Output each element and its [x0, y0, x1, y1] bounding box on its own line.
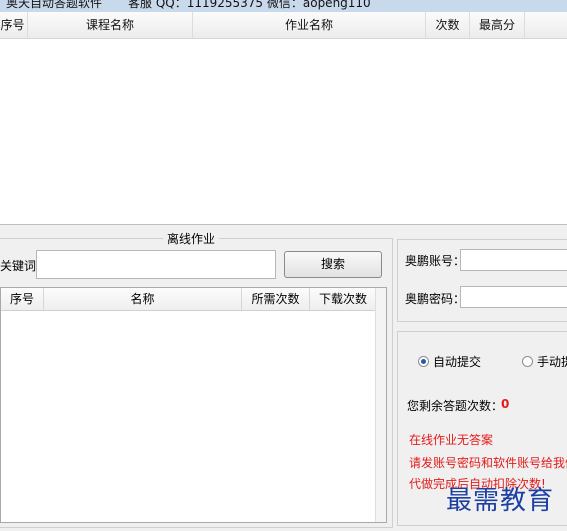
notice-no-answer: 在线作业无答案 [409, 433, 494, 447]
col-download-count[interactable]: 下载次数 [310, 288, 377, 310]
search-button[interactable]: 搜索 [284, 251, 382, 278]
radio-unselected-icon [522, 356, 533, 367]
remaining-count-label: 您剩余答题次数： [407, 399, 504, 413]
offline-homework-table: 序号 名称 所需次数 下载次数 [0, 287, 387, 523]
login-group: 奥鹏账号： 奥鹏密码： [397, 239, 567, 322]
vertical-scrollbar[interactable] [375, 288, 386, 522]
manual-submit-label: 手动提 [537, 355, 567, 369]
contact-info: 客服 QQ：1119255375 微信：aopeng110 [128, 0, 371, 10]
col-required-count[interactable]: 所需次数 [242, 288, 310, 310]
app-title: 奥天自动答题软件 [6, 0, 103, 10]
account-label: 奥鹏账号： [405, 254, 466, 268]
notice-send-account: 请发账号密码和软件账号给我们答 [409, 456, 567, 470]
online-homework-table: 序号 课程名称 作业名称 次数 最高分 [0, 12, 567, 225]
offline-table-header: 序号 名称 所需次数 下载次数 [1, 288, 377, 311]
auto-submit-label: 自动提交 [433, 355, 482, 369]
title-bar: 奥天自动答题软件 客服 QQ：1119255375 微信：aopeng110 [0, 0, 567, 12]
online-table-header: 序号 课程名称 作业名称 次数 最高分 [0, 12, 567, 39]
offline-group-title: 离线作业 [163, 230, 220, 247]
account-input[interactable] [460, 249, 567, 271]
col-course-name[interactable]: 课程名称 [28, 12, 193, 38]
password-input[interactable] [460, 286, 567, 308]
col-name[interactable]: 名称 [44, 288, 242, 310]
keyword-label: 关键词 [0, 259, 37, 273]
col-index[interactable]: 序号 [1, 288, 44, 310]
col-count[interactable]: 次数 [426, 12, 470, 38]
auto-submit-radio[interactable]: 自动提交 [418, 353, 481, 370]
col-homework-name[interactable]: 作业名称 [193, 12, 426, 38]
keyword-input[interactable] [36, 250, 276, 279]
password-label: 奥鹏密码： [405, 292, 466, 306]
col-index[interactable]: 序号 [0, 12, 28, 38]
manual-submit-radio[interactable]: 手动提 [522, 353, 567, 370]
radio-selected-icon [418, 356, 429, 367]
col-high-score[interactable]: 最高分 [470, 12, 525, 38]
watermark-logo: 最需教育 [446, 486, 555, 516]
remaining-count-value: 0 [501, 397, 510, 411]
